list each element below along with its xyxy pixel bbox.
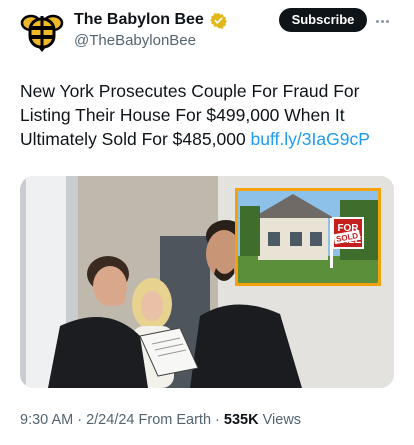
inset-house-photo: FOR SALE SOLD	[235, 188, 381, 286]
tweet-image[interactable]: FOR SALE SOLD	[20, 176, 394, 388]
meta-sep: ·	[73, 412, 87, 428]
name-row: The Babylon Bee	[74, 11, 227, 29]
tweet-meta: 9:30 AM · 2/24/24 From Earth · 535K View…	[20, 412, 301, 428]
view-count: 535K	[223, 412, 259, 428]
verified-badge-icon	[209, 12, 227, 29]
tweet-time[interactable]: 9:30 AM	[20, 412, 73, 428]
tweet-source: From Earth ·	[134, 412, 224, 428]
tweet-date[interactable]: 2/24/24	[86, 412, 134, 428]
views-label: Views	[258, 412, 302, 428]
display-name[interactable]: The Babylon Bee	[74, 11, 204, 29]
tweet-text: New York Prosecutes Couple For Fraud For…	[20, 79, 400, 151]
more-options-icon[interactable]	[376, 10, 396, 24]
subscribe-button[interactable]: Subscribe	[279, 8, 367, 32]
handle[interactable]: @TheBabylonBee	[74, 32, 196, 49]
photo-illustration: FOR SALE SOLD	[20, 176, 394, 388]
tweet: The Babylon Bee @TheBabylonBee Subscribe…	[0, 0, 414, 445]
bee-logo-icon[interactable]	[20, 10, 64, 54]
tweet-link[interactable]: buff.ly/3IaG9cP	[251, 129, 370, 149]
